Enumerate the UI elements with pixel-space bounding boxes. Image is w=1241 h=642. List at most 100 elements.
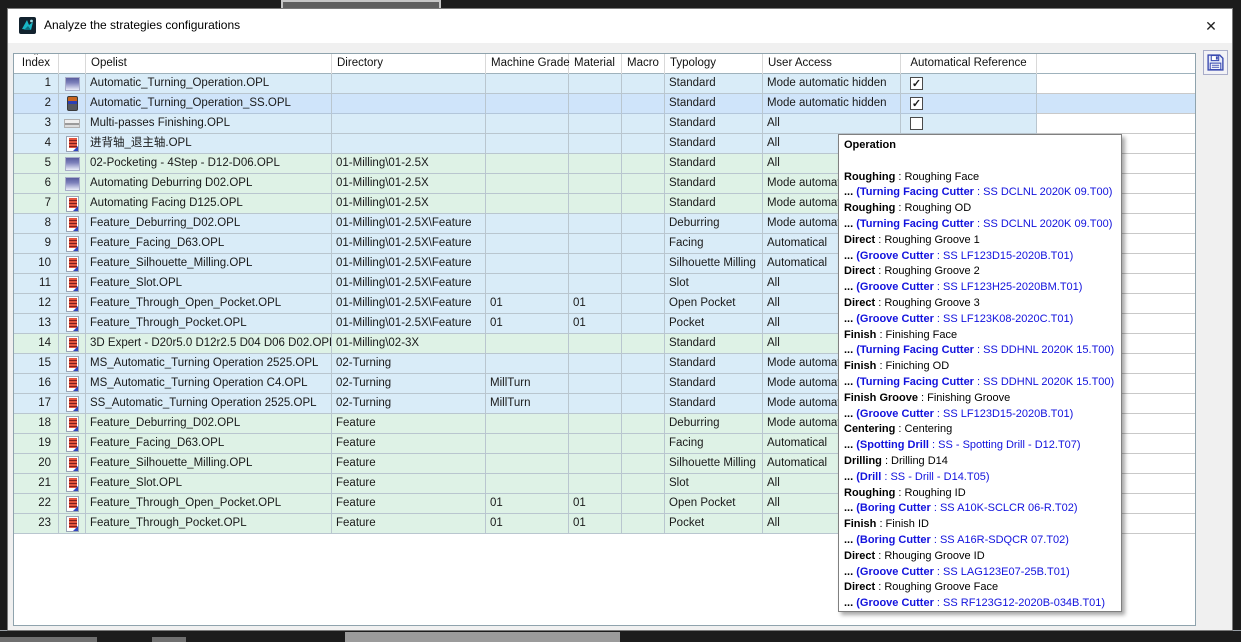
cell-opelist[interactable]: MS_Automatic_Turning Operation 2525.OPL [86, 354, 332, 374]
cell-index[interactable]: 1 [14, 74, 59, 94]
cell-directory[interactable]: 02-Turning [332, 394, 486, 414]
cell-directory[interactable] [332, 94, 486, 114]
cell-macro[interactable] [622, 314, 665, 334]
cell-directory[interactable]: Feature [332, 434, 486, 454]
cell-icon[interactable] [59, 514, 86, 534]
cell-material[interactable] [569, 374, 622, 394]
cell-material[interactable] [569, 134, 622, 154]
cell-macro[interactable] [622, 234, 665, 254]
cell-machine-grade[interactable] [486, 454, 569, 474]
cell-material[interactable]: 01 [569, 314, 622, 334]
column-header-user_access[interactable]: User Access [763, 54, 901, 74]
cell-index[interactable]: 13 [14, 314, 59, 334]
cell-opelist[interactable]: Feature_Slot.OPL [86, 474, 332, 494]
cell-directory[interactable]: 01-Milling\01-2.5X\Feature [332, 234, 486, 254]
cell-machine-grade[interactable]: 01 [486, 514, 569, 534]
cell-material[interactable] [569, 154, 622, 174]
cell-typology[interactable]: Standard [665, 394, 763, 414]
cell-opelist[interactable]: Feature_Through_Pocket.OPL [86, 514, 332, 534]
cell-typology[interactable]: Silhouette Milling [665, 454, 763, 474]
cell-machine-grade[interactable] [486, 354, 569, 374]
cell-icon[interactable] [59, 354, 86, 374]
cell-spare[interactable] [1037, 114, 1195, 134]
cell-index[interactable]: 11 [14, 274, 59, 294]
table-row[interactable]: 1Automatic_Turning_Operation.OPLStandard… [14, 74, 1195, 94]
save-button[interactable] [1203, 50, 1228, 75]
cell-opelist[interactable]: Feature_Through_Open_Pocket.OPL [86, 294, 332, 314]
cell-automatical-reference[interactable] [901, 114, 1037, 134]
cell-material[interactable]: 01 [569, 494, 622, 514]
cell-material[interactable] [569, 94, 622, 114]
cell-machine-grade[interactable] [486, 234, 569, 254]
cell-typology[interactable]: Standard [665, 374, 763, 394]
cell-macro[interactable] [622, 494, 665, 514]
cell-material[interactable] [569, 474, 622, 494]
cell-user-access[interactable]: Mode automatic hidden [763, 94, 901, 114]
cell-index[interactable]: 21 [14, 474, 59, 494]
cell-material[interactable] [569, 414, 622, 434]
cell-macro[interactable] [622, 434, 665, 454]
cell-machine-grade[interactable] [486, 434, 569, 454]
cell-material[interactable] [569, 114, 622, 134]
column-header-typology[interactable]: Typology [665, 54, 763, 74]
cell-typology[interactable]: Deburring [665, 214, 763, 234]
cell-index[interactable]: 15 [14, 354, 59, 374]
cell-directory[interactable]: 01-Milling\01-2.5X\Feature [332, 294, 486, 314]
table-row[interactable]: 3Multi-passes Finishing.OPLStandardAll [14, 114, 1195, 134]
cell-macro[interactable] [622, 254, 665, 274]
cell-opelist[interactable]: Feature_Facing_D63.OPL [86, 434, 332, 454]
cell-material[interactable] [569, 254, 622, 274]
cell-material[interactable] [569, 174, 622, 194]
cell-machine-grade[interactable] [486, 474, 569, 494]
close-icon[interactable]: ✕ [1200, 15, 1222, 37]
cell-index[interactable]: 12 [14, 294, 59, 314]
cell-icon[interactable] [59, 74, 86, 94]
column-header-machine_grade[interactable]: Machine Grade [486, 54, 569, 74]
cell-directory[interactable] [332, 114, 486, 134]
cell-macro[interactable] [622, 114, 665, 134]
title-bar[interactable]: Analyze the strategies configurations ✕ [8, 9, 1232, 43]
cell-user-access[interactable]: Mode automatic hidden [763, 74, 901, 94]
cell-machine-grade[interactable]: MillTurn [486, 394, 569, 414]
cell-icon[interactable] [59, 294, 86, 314]
cell-typology[interactable]: Standard [665, 154, 763, 174]
cell-index[interactable]: 23 [14, 514, 59, 534]
cell-opelist[interactable]: 02-Pocketing - 4Step - D12-D06.OPL [86, 154, 332, 174]
cell-index[interactable]: 2 [14, 94, 59, 114]
cell-opelist[interactable]: Feature_Through_Open_Pocket.OPL [86, 494, 332, 514]
cell-typology[interactable]: Pocket [665, 514, 763, 534]
cell-opelist[interactable]: MS_Automatic_Turning Operation C4.OPL [86, 374, 332, 394]
cell-spare[interactable] [1037, 74, 1195, 94]
cell-typology[interactable]: Standard [665, 174, 763, 194]
cell-typology[interactable]: Deburring [665, 414, 763, 434]
cell-opelist[interactable]: Automating Facing D125.OPL [86, 194, 332, 214]
column-header-directory[interactable]: Directory [332, 54, 486, 74]
cell-icon[interactable] [59, 214, 86, 234]
cell-material[interactable] [569, 394, 622, 414]
cell-typology[interactable]: Open Pocket [665, 494, 763, 514]
cell-opelist[interactable]: Automatic_Turning_Operation.OPL [86, 74, 332, 94]
cell-macro[interactable] [622, 394, 665, 414]
cell-material[interactable] [569, 234, 622, 254]
cell-index[interactable]: 7 [14, 194, 59, 214]
cell-opelist[interactable]: Automating Deburring D02.OPL [86, 174, 332, 194]
cell-directory[interactable] [332, 134, 486, 154]
cell-machine-grade[interactable]: MillTurn [486, 374, 569, 394]
cell-typology[interactable]: Facing [665, 434, 763, 454]
cell-directory[interactable]: 02-Turning [332, 374, 486, 394]
cell-directory[interactable] [332, 74, 486, 94]
cell-macro[interactable] [622, 274, 665, 294]
cell-index[interactable]: 22 [14, 494, 59, 514]
column-header-automatical_reference[interactable]: Automatical Reference [901, 54, 1037, 74]
column-header-opelist[interactable]: Opelist [86, 54, 332, 74]
cell-index[interactable]: 17 [14, 394, 59, 414]
cell-machine-grade[interactable] [486, 174, 569, 194]
cell-index[interactable]: 9 [14, 234, 59, 254]
column-header-macro[interactable]: Macro [622, 54, 665, 74]
cell-opelist[interactable]: 进背轴_退主轴.OPL [86, 134, 332, 154]
cell-icon[interactable] [59, 154, 86, 174]
cell-icon[interactable] [59, 494, 86, 514]
cell-opelist[interactable]: Feature_Deburring_D02.OPL [86, 414, 332, 434]
cell-material[interactable] [569, 194, 622, 214]
cell-opelist[interactable]: SS_Automatic_Turning Operation 2525.OPL [86, 394, 332, 414]
